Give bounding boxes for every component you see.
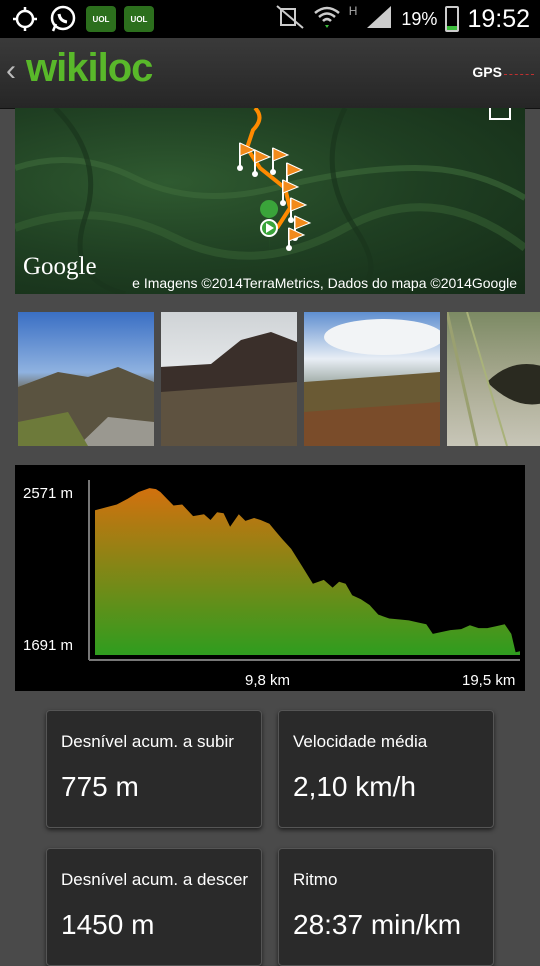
uol-app-icon-2: UOL (124, 6, 154, 32)
clock: 19:52 (467, 4, 530, 33)
stat-label: Desnível acum. a descer (61, 870, 249, 889)
stat-card-pace: Ritmo 28:37 min/km (278, 848, 494, 966)
stat-value: 2,10 km/h (293, 771, 416, 802)
google-logo: Google (23, 253, 97, 280)
stat-label: Velocidade média (293, 732, 428, 751)
photo-thumbnail[interactable] (304, 312, 444, 446)
mute-icon (275, 4, 305, 35)
stat-value: 775 m (61, 771, 139, 802)
stat-card-descent: Desnível acum. a descer 1450 m (46, 848, 262, 966)
photo-thumbnail[interactable] (161, 312, 297, 446)
photo-strip (18, 312, 540, 446)
stat-value: 1450 m (61, 909, 155, 940)
waypoint-flag-icon (237, 142, 257, 171)
network-type-label: H (348, 4, 358, 18)
photo-thumbnail[interactable] (18, 312, 154, 446)
y-tick-label: 1691 m (23, 637, 73, 654)
back-chevron-icon[interactable]: ‹ (6, 54, 16, 88)
battery-percent: 19% (401, 8, 438, 29)
gps-button[interactable]: GPS (472, 64, 502, 80)
signal-icon (365, 4, 393, 35)
stat-card-avg-speed: Velocidade média 2,10 km/h (278, 710, 494, 828)
uol-app-icon: UOL (86, 6, 116, 32)
stat-label: Desnível acum. a subir (61, 732, 234, 751)
elevation-area (95, 488, 520, 655)
stat-label: Ritmo (293, 870, 338, 889)
stat-value: 28:37 min/km (293, 909, 462, 940)
whatsapp-icon (48, 4, 78, 34)
battery-icon (445, 6, 460, 32)
x-tick-label: 19,5 km (462, 672, 515, 689)
wifi-icon (313, 4, 341, 35)
waypoint-flag-icon (252, 149, 272, 177)
x-tick-label: 9,8 km (245, 672, 290, 689)
waypoint-flag-icon (270, 147, 290, 175)
elevation-chart[interactable]: 2571 m 1691 m 9,8 km 19,5 km (15, 465, 525, 691)
gps-crosshair-icon (10, 4, 40, 34)
map-attribution: e Imagens ©2014TerraMetrics, Dados do ma… (132, 275, 517, 291)
gps-indicator-line (504, 74, 534, 76)
status-bar: UOL UOL H 19% 19:52 (0, 0, 540, 38)
app-header: ‹ wikiloc GPS (0, 38, 540, 109)
photo-thumbnail[interactable] (445, 312, 540, 446)
y-tick-label: 2571 m (23, 485, 73, 502)
start-marker-icon (260, 200, 279, 258)
trail-map[interactable]: Google e Imagens ©2014TerraMetrics, Dado… (15, 108, 525, 294)
stat-card-ascent: Desnível acum. a subir 775 m (46, 710, 262, 828)
wikiloc-logo[interactable]: wikiloc (26, 46, 153, 91)
